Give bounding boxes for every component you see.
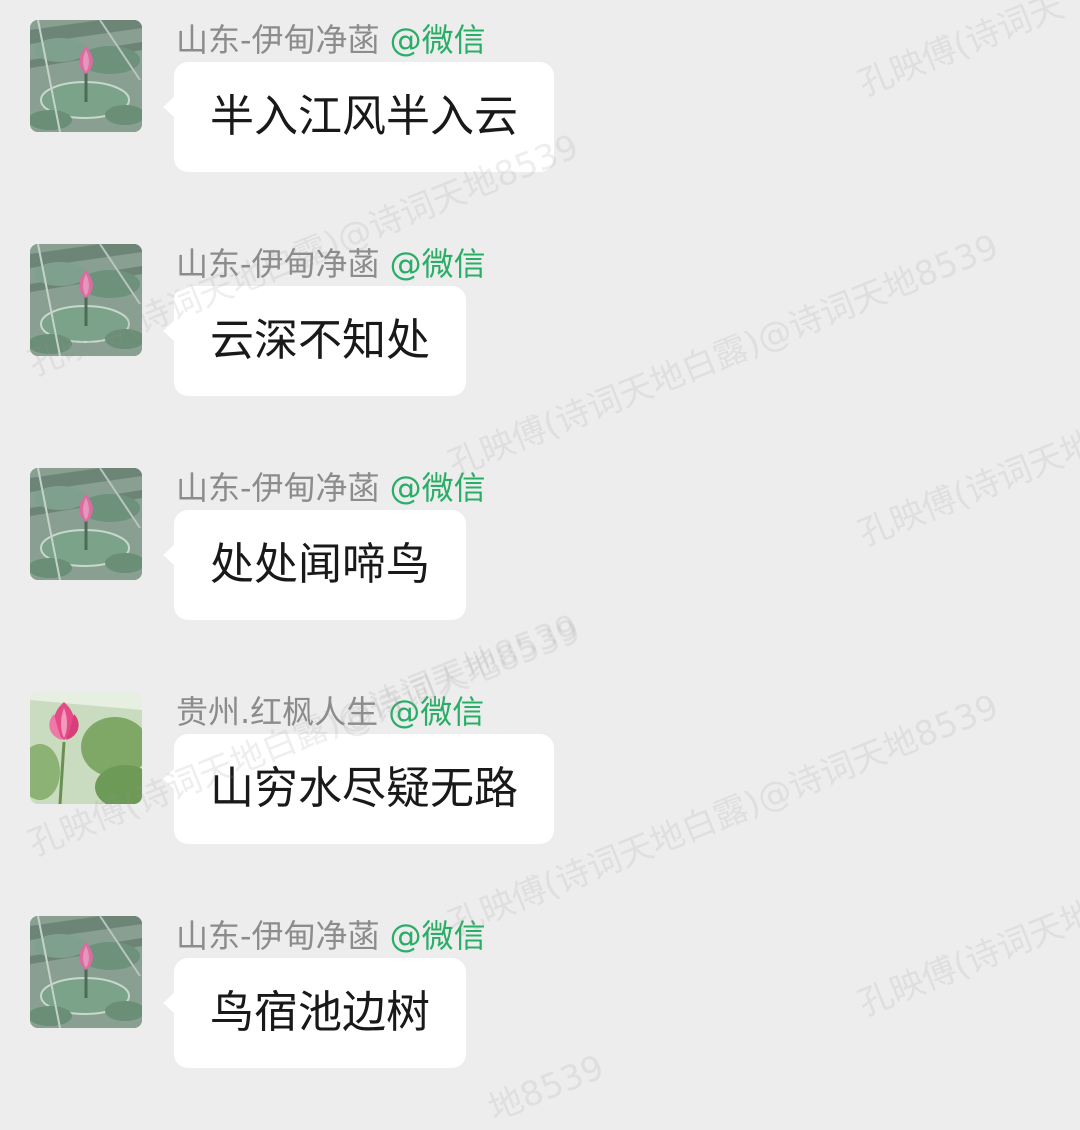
sender-line: 山东-伊甸净菡 @微信 xyxy=(176,244,486,284)
message-bubble[interactable]: 云深不知处 xyxy=(163,286,466,396)
chat-message: 山东-伊甸净菡 @微信 半入江风半入云 xyxy=(30,20,1050,210)
sender-line: 山东-伊甸净菡 @微信 xyxy=(176,916,486,956)
sender-name: 山东-伊甸净菡 xyxy=(176,469,380,507)
lotus-bud-avatar[interactable] xyxy=(30,20,142,132)
wechat-suffix: @微信 xyxy=(389,469,486,507)
lotus-bud-avatar[interactable] xyxy=(30,244,142,356)
pink-lotus-icon xyxy=(30,692,142,804)
lotus-bud-icon xyxy=(30,916,142,1028)
wechat-suffix: @微信 xyxy=(389,917,486,955)
chat-message: 山东-伊甸净菡 @微信 处处闻啼鸟 xyxy=(30,468,1050,658)
sender-name: 山东-伊甸净菡 xyxy=(176,245,380,283)
sender-line: 山东-伊甸净菡 @微信 xyxy=(176,468,486,508)
lotus-bud-icon xyxy=(30,244,142,356)
chat-history: 山东-伊甸净菡 @微信 半入江风半入云 山东-伊甸净菡 @微信 云深不知处 山东-伊… xyxy=(0,0,1080,1103)
wechat-suffix: @微信 xyxy=(388,693,485,731)
sender-line: 贵州.红枫人生 @微信 xyxy=(176,692,484,732)
sender-name: 山东-伊甸净菡 xyxy=(176,917,380,955)
sender-line: 山东-伊甸净菡 @微信 xyxy=(176,20,486,60)
pink-lotus-avatar[interactable] xyxy=(30,692,142,804)
message-bubble[interactable]: 鸟宿池边树 xyxy=(163,958,466,1068)
chat-message: 山东-伊甸净菡 @微信 云深不知处 xyxy=(30,244,1050,434)
lotus-bud-avatar[interactable] xyxy=(30,916,142,1028)
message-bubble[interactable]: 山穷水尽疑无路 xyxy=(163,734,554,844)
wechat-suffix: @微信 xyxy=(389,21,486,59)
lotus-bud-icon xyxy=(30,468,142,580)
message-bubble[interactable]: 半入江风半入云 xyxy=(163,62,554,172)
message-bubble[interactable]: 处处闻啼鸟 xyxy=(163,510,466,620)
chat-message: 山东-伊甸净菡 @微信 鸟宿池边树 xyxy=(30,916,1050,1106)
wechat-suffix: @微信 xyxy=(389,245,486,283)
lotus-bud-avatar[interactable] xyxy=(30,468,142,580)
lotus-bud-icon xyxy=(30,20,142,132)
sender-name: 贵州.红枫人生 xyxy=(176,693,379,731)
sender-name: 山东-伊甸净菡 xyxy=(176,21,380,59)
chat-message: 贵州.红枫人生 @微信 山穷水尽疑无路 xyxy=(30,692,1050,882)
